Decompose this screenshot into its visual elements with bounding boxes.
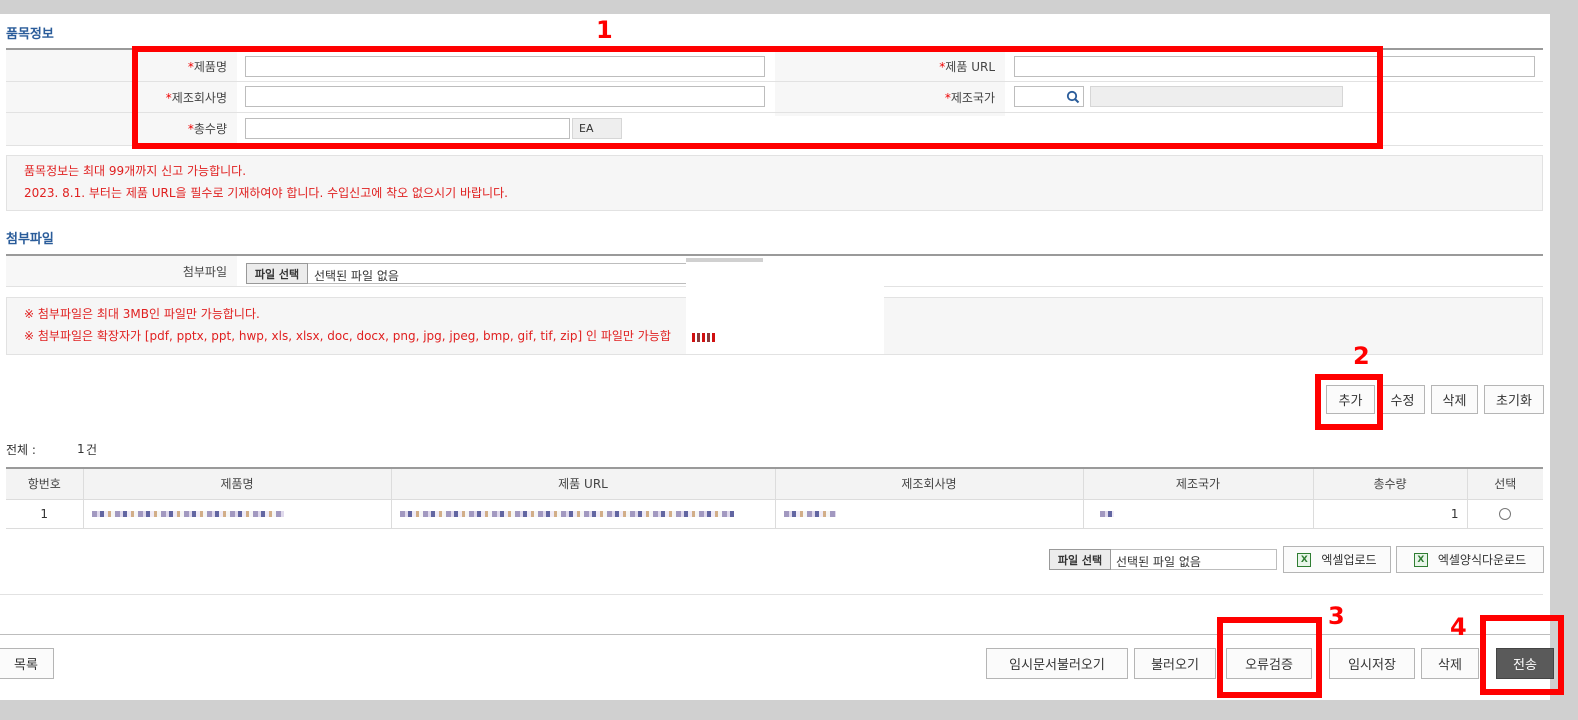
- table-header: 항번호: [6, 467, 83, 500]
- table-header: 제품명: [82, 467, 391, 500]
- annotation-box-4: [1480, 615, 1564, 695]
- load-temp-button[interactable]: 임시문서불러오기: [986, 648, 1128, 679]
- cell-manufacturer-redacted: [774, 499, 1083, 529]
- table-header: 제조국가: [1082, 467, 1313, 500]
- annotation-box-2: [1315, 374, 1383, 430]
- section-title-item: 품목정보: [6, 27, 54, 42]
- delete-item-button[interactable]: 삭제: [1431, 385, 1478, 414]
- total-count: 1: [77, 442, 85, 456]
- divider: [0, 594, 1543, 595]
- annotation-box-3: [1217, 617, 1322, 698]
- reset-button[interactable]: 초기화: [1484, 385, 1544, 414]
- excel-file-button[interactable]: 파일 선택: [1049, 549, 1111, 570]
- excel-icon: X: [1413, 552, 1428, 567]
- item-notice: 품목정보는 최대 99개까지 신고 가능합니다. 2023. 8.1. 부터는 …: [6, 155, 1543, 211]
- notice-line: 2023. 8.1. 부터는 제품 URL을 필수로 기재하여야 합니다. 수입…: [24, 186, 508, 200]
- total-label: 전체 :: [6, 443, 36, 457]
- total-unit: 건: [86, 443, 98, 457]
- cell-no: 1: [6, 499, 83, 529]
- attach-file-status: 선택된 파일 없음: [314, 269, 399, 283]
- table-row[interactable]: 1 1: [6, 499, 1543, 529]
- cell-product-name-redacted: [82, 499, 391, 529]
- item-table: 항번호 제품명 제품 URL 제조회사명 제조국가 총수량 선택 1 1: [6, 467, 1543, 529]
- excel-icon: X: [1297, 552, 1312, 567]
- annotation-number-2: 2: [1353, 342, 1370, 370]
- table-header: 선택: [1466, 467, 1543, 500]
- table-header: 제품 URL: [390, 467, 775, 500]
- section-title-attach: 첨부파일: [6, 232, 54, 247]
- annotation-number-4: 4: [1450, 613, 1467, 641]
- excel-file-status: 선택된 파일 없음: [1116, 555, 1201, 569]
- delete-doc-button[interactable]: 삭제: [1421, 648, 1479, 679]
- select-radio[interactable]: [1466, 499, 1543, 529]
- table-header: 제조회사명: [774, 467, 1083, 500]
- edit-button[interactable]: 수정: [1380, 385, 1425, 414]
- table-header: 총수량: [1312, 467, 1467, 500]
- list-button[interactable]: 목록: [0, 648, 54, 679]
- cell-product-url-redacted: [390, 499, 775, 529]
- label-attach: 첨부파일: [6, 256, 237, 286]
- cell-quantity: 1: [1312, 499, 1467, 529]
- attach-file-button[interactable]: 파일 선택: [246, 263, 308, 284]
- annotation-number-3: 3: [1328, 602, 1345, 630]
- save-temp-button[interactable]: 임시저장: [1329, 648, 1415, 679]
- redaction-patch: [686, 258, 884, 354]
- notice-line: 품목정보는 최대 99개까지 신고 가능합니다.: [24, 164, 247, 178]
- excel-template-download-button[interactable]: X 엑셀양식다운로드: [1396, 546, 1544, 573]
- excel-upload-button[interactable]: X 엑셀업로드: [1283, 546, 1391, 573]
- cell-country-redacted: [1082, 499, 1313, 529]
- load-button[interactable]: 불러오기: [1134, 648, 1216, 679]
- annotation-box-1: [132, 46, 1383, 149]
- annotation-number-1: 1: [596, 16, 613, 44]
